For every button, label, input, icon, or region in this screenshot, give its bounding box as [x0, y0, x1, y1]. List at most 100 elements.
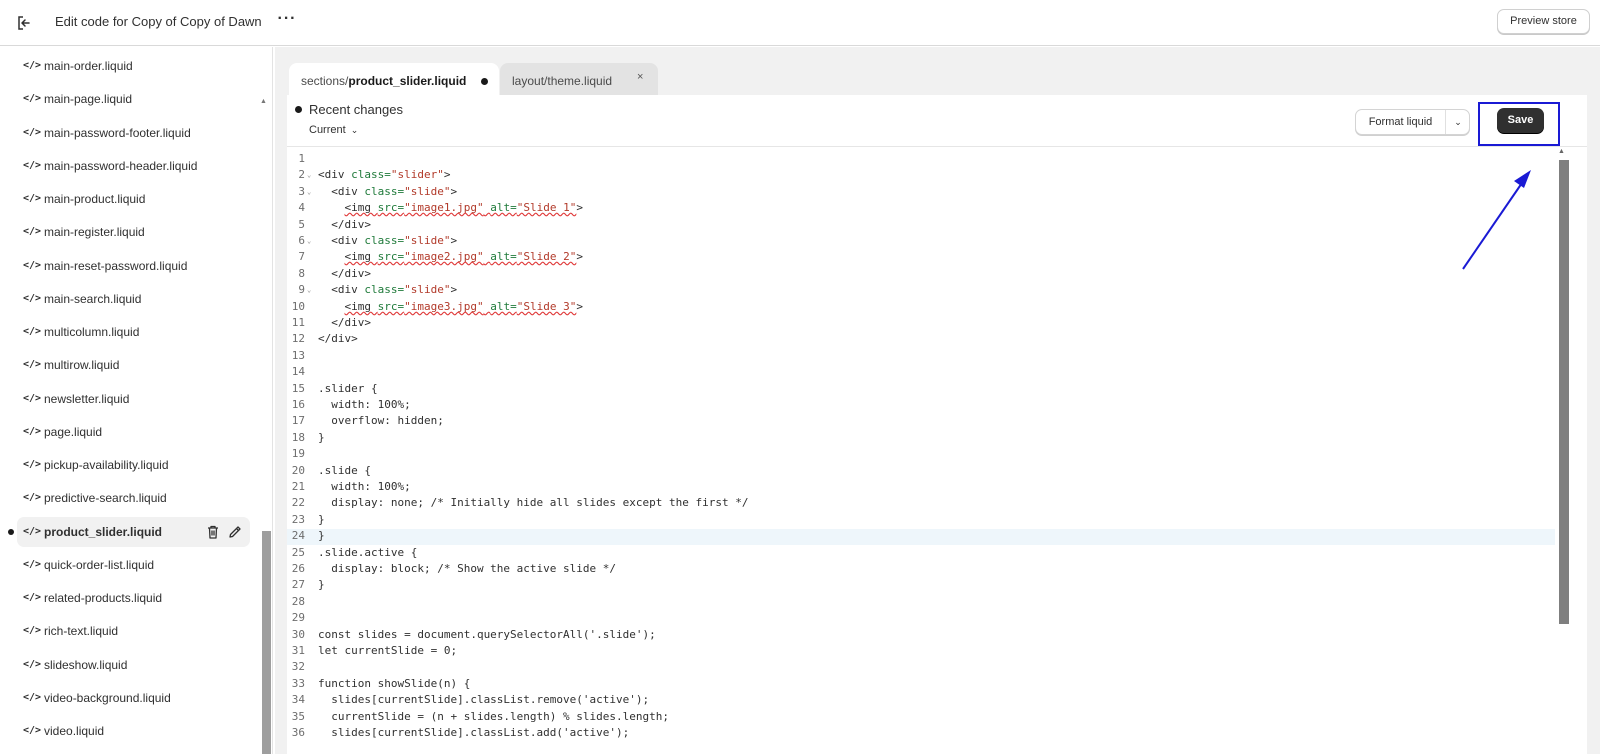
code-line: 5 </div> — [287, 218, 1555, 234]
line-number: 19 — [291, 447, 305, 460]
file-item[interactable]: </> slideshow.liquid — [17, 650, 250, 680]
file-item[interactable]: </> related-products.liquid — [17, 583, 250, 613]
line-number: 17 — [291, 414, 305, 427]
file-item[interactable]: </> main-register.liquid — [17, 217, 250, 247]
file-item[interactable]: </> product_slider.liquid — [17, 517, 250, 547]
scroll-up-arrow-icon[interactable]: ▲ — [1558, 148, 1565, 155]
save-button[interactable]: Save — [1497, 108, 1544, 133]
code-text: <div class="slide"> — [318, 185, 458, 198]
tab-label: layout/theme.liquid — [512, 74, 613, 88]
code-text: .slide { — [318, 464, 371, 477]
chevron-down-icon[interactable]: ⌄ — [1447, 110, 1469, 134]
code-line: 2 ⌄ <div class="slider"> — [287, 168, 1555, 184]
chevron-down-icon: ⌄ — [350, 125, 359, 135]
close-tab-icon[interactable]: × — [637, 71, 643, 83]
file-name: slideshow.liquid — [44, 658, 128, 672]
sidebar-scrollbar[interactable] — [262, 531, 271, 754]
line-number: 25 — [291, 546, 305, 559]
file-item[interactable]: </> newsletter.liquid — [17, 384, 250, 414]
line-number: 35 — [291, 710, 305, 723]
line-number: 12 — [291, 332, 305, 345]
file-item[interactable]: </> main-password-header.liquid — [17, 151, 250, 181]
file-item[interactable]: </> main-reset-password.liquid — [17, 251, 250, 281]
scroll-up-arrow-icon[interactable]: ▲ — [260, 98, 267, 105]
tab-product-slider[interactable]: sections/product_slider.liquid — [289, 63, 499, 97]
file-item[interactable]: </> main-search.liquid — [17, 284, 250, 314]
file-item[interactable]: </> main-order.liquid — [17, 51, 250, 81]
code-text: slides[currentSlide].classList.remove('a… — [318, 693, 650, 706]
file-item[interactable]: </> rich-text.liquid — [17, 616, 250, 646]
line-number: 28 — [291, 595, 305, 608]
line-number: 5 — [298, 218, 305, 231]
fold-chevron-icon[interactable]: ⌄ — [307, 286, 311, 294]
exit-icon[interactable] — [12, 11, 36, 35]
line-number: 24 — [291, 529, 305, 542]
code-file-icon: </> — [23, 559, 42, 570]
trash-icon[interactable] — [205, 524, 221, 540]
code-file-icon: </> — [23, 127, 42, 138]
file-item[interactable]: </> main-page.liquid — [17, 84, 250, 114]
code-file-icon: </> — [23, 359, 42, 370]
file-name: rich-text.liquid — [44, 624, 119, 638]
more-actions-button[interactable]: ··· — [276, 10, 298, 32]
line-number: 33 — [291, 677, 305, 690]
file-item[interactable]: </> multirow.liquid — [17, 350, 250, 380]
code-text: let currentSlide = 0; — [318, 644, 458, 657]
code-line: 33 function showSlide(n) { — [287, 677, 1555, 693]
tab-theme-liquid[interactable]: layout/theme.liquid × — [500, 63, 658, 97]
file-name: main-order.liquid — [44, 59, 133, 73]
code-line: 4 <img src="image1.jpg" alt="Slide 1"> — [287, 201, 1555, 217]
file-item[interactable]: </> page.liquid — [17, 417, 250, 447]
fold-chevron-icon[interactable]: ⌄ — [307, 237, 311, 245]
code-file-icon: </> — [23, 459, 42, 470]
file-item[interactable]: </> pickup-availability.liquid — [17, 450, 250, 480]
file-name: predictive-search.liquid — [44, 491, 167, 505]
pencil-icon[interactable] — [227, 524, 243, 540]
code-line: 13 — [287, 349, 1555, 365]
code-text: slides[currentSlide].classList.add('acti… — [318, 726, 630, 739]
file-name: main-search.liquid — [44, 292, 142, 306]
preview-store-button[interactable]: Preview store — [1497, 9, 1590, 34]
version-select[interactable]: Current ⌄ — [309, 124, 358, 136]
line-number: 18 — [291, 431, 305, 444]
code-line: 24} — [287, 529, 1555, 545]
unsaved-dot-icon — [8, 529, 14, 535]
code-text: } — [318, 431, 325, 444]
file-item[interactable]: </> main-product.liquid — [17, 184, 250, 214]
code-text: display: block; /* Show the active slide… — [318, 562, 617, 575]
file-item[interactable]: </> quick-order-list.liquid — [17, 550, 250, 580]
code-line: 31 let currentSlide = 0; — [287, 644, 1555, 660]
editor-scrollbar[interactable] — [1559, 160, 1569, 624]
file-name: multicolumn.liquid — [44, 325, 140, 339]
fold-chevron-icon[interactable]: ⌄ — [307, 188, 311, 196]
unsaved-dot-icon — [481, 78, 488, 85]
code-text: </div> — [318, 316, 371, 329]
code-text: } — [318, 578, 325, 591]
format-liquid-button[interactable]: Format liquid — [1356, 110, 1446, 134]
file-item[interactable]: </> video-background.liquid — [17, 683, 250, 713]
code-text: .slider { — [318, 382, 378, 395]
line-number: 7 — [298, 250, 305, 263]
code-file-icon: </> — [23, 725, 42, 736]
file-item[interactable]: </> multicolumn.liquid — [17, 317, 250, 347]
file-item[interactable]: </> video.liquid — [17, 716, 250, 746]
file-name: main-reset-password.liquid — [44, 259, 188, 273]
code-editor[interactable]: 1 2 ⌄ <div class="slider"> 3 ⌄ <div class="sl… — [287, 148, 1555, 754]
code-text: const slides = document.querySelectorAll… — [318, 628, 656, 641]
code-line: 28 — [287, 595, 1555, 611]
code-line: 25 .slide.active { — [287, 546, 1555, 562]
code-file-icon: </> — [23, 260, 42, 271]
code-line: 16 width: 100%; — [287, 398, 1555, 414]
file-name: main-register.liquid — [44, 225, 145, 239]
fold-chevron-icon[interactable]: ⌄ — [307, 171, 311, 179]
line-number: 32 — [291, 660, 305, 673]
code-file-icon: </> — [23, 659, 42, 670]
line-number: 29 — [291, 611, 305, 624]
code-text: <div class="slide"> — [318, 234, 458, 247]
file-item[interactable]: </> predictive-search.liquid — [17, 483, 250, 513]
code-text: <img src="image2.jpg" alt="Slide 2"> — [344, 250, 583, 263]
page-title: Edit code for Copy of Copy of Dawn — [55, 14, 262, 29]
line-number: 16 — [291, 398, 305, 411]
file-item[interactable]: </> main-password-footer.liquid — [17, 118, 250, 148]
code-line: 23} — [287, 513, 1555, 529]
